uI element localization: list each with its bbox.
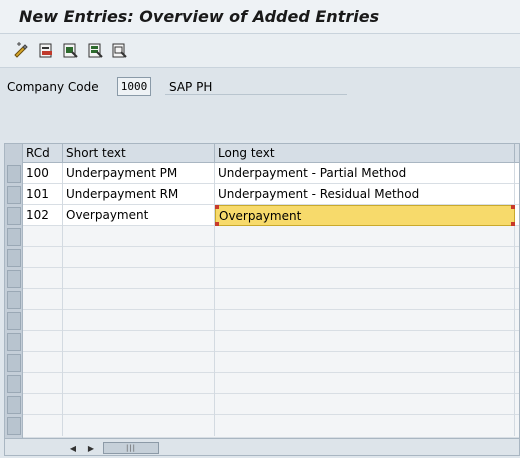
table-header: RCd Short text Long text — [5, 144, 519, 163]
cell-rcd[interactable] — [23, 394, 63, 415]
company-name: SAP PH — [169, 80, 213, 94]
cell-rcd[interactable]: 101 — [23, 184, 63, 205]
table-row[interactable]: 100 Underpayment PM Underpayment - Parti… — [23, 163, 519, 184]
cell-focus-marker — [511, 205, 515, 209]
row-selector[interactable] — [7, 291, 21, 309]
select-all-cell[interactable] — [5, 144, 23, 163]
select-block-icon[interactable] — [86, 41, 104, 59]
cell-rcd[interactable] — [23, 352, 63, 373]
empty-row[interactable] — [23, 226, 519, 247]
company-code-label: Company Code — [7, 80, 99, 94]
company-code-field[interactable]: 1000 — [117, 77, 151, 96]
cell-short-text[interactable]: Underpayment PM — [63, 163, 215, 184]
cell-rcd[interactable] — [23, 289, 63, 310]
cell-focus-marker — [215, 205, 219, 209]
entries-table: RCd Short text Long text 100 Underpaymen… — [4, 143, 520, 456]
row-selector[interactable] — [7, 333, 21, 351]
cell-rcd[interactable] — [23, 247, 63, 268]
delete-icon[interactable] — [37, 41, 55, 59]
row-selector[interactable] — [7, 312, 21, 330]
scroll-left-icon[interactable]: ◀ — [67, 442, 79, 454]
row-selector[interactable] — [7, 207, 21, 225]
column-header-long-text[interactable]: Long text — [215, 144, 515, 163]
empty-row[interactable] — [23, 352, 519, 373]
cell-long-text[interactable] — [215, 289, 515, 310]
scroll-thumb[interactable]: ||| — [103, 442, 159, 454]
cell-short-text[interactable] — [63, 331, 215, 352]
scroll-right-icon[interactable]: ▶ — [85, 442, 97, 454]
cell-long-text[interactable] — [215, 415, 515, 436]
cell-short-text[interactable] — [63, 373, 215, 394]
row-selector[interactable] — [7, 186, 21, 204]
display-change-icon[interactable] — [12, 41, 30, 59]
table-row[interactable]: 102 Overpayment Overpayment — [23, 205, 519, 226]
row-selector-column — [5, 163, 23, 438]
column-header-rcd[interactable]: RCd — [23, 144, 63, 163]
page-title: New Entries: Overview of Added Entries — [19, 7, 380, 26]
divider — [165, 94, 347, 95]
row-selector[interactable] — [7, 228, 21, 246]
cell-short-text[interactable] — [63, 289, 215, 310]
empty-row[interactable] — [23, 247, 519, 268]
cell-rcd[interactable]: 102 — [23, 205, 63, 226]
cell-rcd[interactable] — [23, 310, 63, 331]
cell-rcd[interactable] — [23, 331, 63, 352]
empty-row[interactable] — [23, 331, 519, 352]
cell-long-text[interactable] — [215, 394, 515, 415]
row-selector[interactable] — [7, 249, 21, 267]
cell-long-text-active[interactable]: Overpayment — [215, 205, 515, 226]
cell-long-text[interactable]: Underpayment - Partial Method — [215, 163, 515, 184]
toolbar — [0, 34, 520, 68]
cell-long-text[interactable] — [215, 352, 515, 373]
cell-short-text[interactable] — [63, 226, 215, 247]
column-header-more — [515, 144, 519, 163]
empty-row[interactable] — [23, 394, 519, 415]
cell-long-text[interactable] — [215, 268, 515, 289]
row-selector[interactable] — [7, 270, 21, 288]
row-selector[interactable] — [7, 375, 21, 393]
empty-row[interactable] — [23, 373, 519, 394]
cell-short-text[interactable]: Overpayment — [63, 205, 215, 226]
cell-long-text[interactable] — [215, 331, 515, 352]
horizontal-scrollbar[interactable]: ◀ ▶ ||| — [5, 438, 519, 455]
row-selector[interactable] — [7, 354, 21, 372]
cell-long-text[interactable] — [215, 310, 515, 331]
cell-rcd[interactable]: 100 — [23, 163, 63, 184]
table-row[interactable]: 101 Underpayment RM Underpayment - Resid… — [23, 184, 519, 205]
cell-short-text[interactable] — [63, 415, 215, 436]
title-bar: New Entries: Overview of Added Entries — [0, 0, 520, 34]
cell-long-text[interactable]: Underpayment - Residual Method — [215, 184, 515, 205]
cell-short-text[interactable] — [63, 247, 215, 268]
row-selector[interactable] — [7, 417, 21, 435]
deselect-all-icon[interactable] — [110, 41, 128, 59]
cell-rcd[interactable] — [23, 373, 63, 394]
cell-short-text[interactable]: Underpayment RM — [63, 184, 215, 205]
selection-header: Company Code 1000 SAP PH — [0, 68, 520, 140]
cell-rcd[interactable] — [23, 226, 63, 247]
row-selector[interactable] — [7, 165, 21, 183]
cell-rcd[interactable] — [23, 415, 63, 436]
cell-short-text[interactable] — [63, 352, 215, 373]
cell-short-text[interactable] — [63, 394, 215, 415]
column-header-short-text[interactable]: Short text — [63, 144, 215, 163]
empty-row[interactable] — [23, 289, 519, 310]
cell-rcd[interactable] — [23, 268, 63, 289]
empty-row[interactable] — [23, 268, 519, 289]
select-all-icon[interactable] — [61, 41, 79, 59]
cell-short-text[interactable] — [63, 268, 215, 289]
cell-long-text[interactable] — [215, 373, 515, 394]
cell-long-text[interactable] — [215, 247, 515, 268]
cell-short-text[interactable] — [63, 310, 215, 331]
empty-row[interactable] — [23, 310, 519, 331]
row-selector[interactable] — [7, 396, 21, 414]
empty-row[interactable] — [23, 415, 519, 438]
cell-long-text[interactable] — [215, 226, 515, 247]
